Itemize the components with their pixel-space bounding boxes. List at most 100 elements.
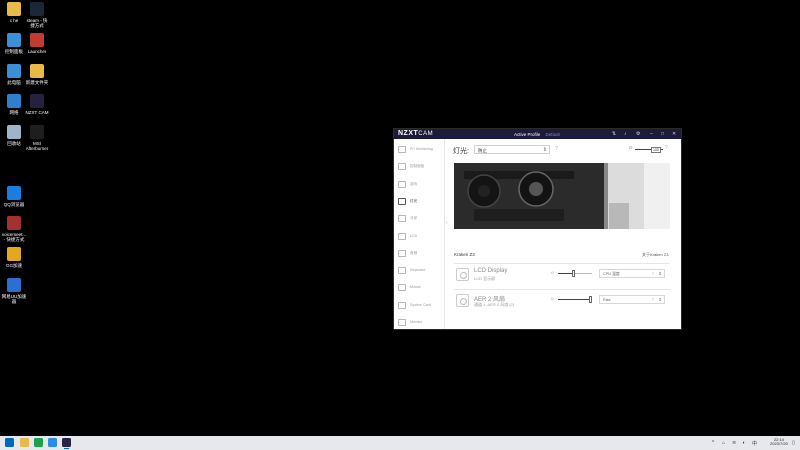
volume-icon[interactable]: ◖ bbox=[742, 440, 745, 446]
windows-start-icon[interactable] bbox=[5, 438, 14, 447]
desktop-nzxt-cam-icon[interactable]: NZXT CAM bbox=[20, 94, 54, 115]
desktop-browser-icon[interactable]: QQ浏览器 bbox=[0, 186, 31, 207]
nav-label: 灯光 bbox=[410, 198, 418, 203]
gear-icon[interactable]: ⚙ bbox=[636, 131, 640, 137]
voicemeeter-icon bbox=[7, 216, 21, 230]
desktop-voicemeeter-icon[interactable]: voicemeet... - 快捷方式 bbox=[0, 216, 31, 242]
device-about-link[interactable]: 关于Kraken Z3 bbox=[642, 252, 668, 258]
info-icon[interactable]: ? bbox=[665, 145, 668, 151]
pc-case-illustration bbox=[454, 163, 670, 229]
lighting-select-value: 防止 bbox=[478, 147, 487, 153]
chevron-updown-icon: ⇕ bbox=[542, 147, 547, 153]
desktop-icon-label: voicemeet... - 快捷方式 bbox=[1, 232, 27, 242]
sliders-icon[interactable]: ⇅ bbox=[612, 131, 616, 137]
help-icon[interactable]: ? bbox=[555, 146, 558, 152]
active-profile-value: Default bbox=[545, 131, 560, 137]
nav-system-card[interactable]: System Card bbox=[397, 300, 442, 310]
computer-icon bbox=[7, 64, 21, 78]
desktop-game-icon[interactable]: GG加速 bbox=[0, 247, 31, 268]
brightness-icon: ☼ bbox=[628, 145, 634, 151]
wifi-icon[interactable]: ≋ bbox=[732, 440, 736, 446]
desktop-icon-label: GG加速 bbox=[5, 263, 22, 268]
file-explorer-icon[interactable] bbox=[20, 438, 29, 447]
active-profile[interactable]: Active Profile Default bbox=[514, 132, 560, 137]
netease-icon bbox=[7, 278, 21, 292]
nav-mouse[interactable]: Mouse bbox=[397, 282, 442, 292]
cooling-icon bbox=[398, 215, 406, 223]
bell-icon[interactable]: ♪ bbox=[624, 131, 627, 137]
device-circle-icon bbox=[459, 297, 467, 305]
aer2-fan-brightness-slider[interactable] bbox=[558, 296, 592, 303]
maximize-icon[interactable]: □ bbox=[661, 131, 664, 137]
device-preview-image bbox=[454, 163, 670, 229]
divider bbox=[454, 289, 670, 290]
desktop-icon-label: 新建文件夹 bbox=[25, 80, 49, 85]
chevron-updown-icon: ⇕ bbox=[658, 271, 662, 276]
control-panel-icon bbox=[7, 33, 21, 47]
nav-keyboard[interactable]: Keyboard bbox=[397, 265, 442, 275]
desktop-icon-label: Launcher bbox=[27, 49, 47, 54]
logo-sub: CAM bbox=[418, 131, 434, 137]
desktop-netease-icon[interactable]: 网易UU加速 器 bbox=[0, 278, 31, 304]
clock[interactable]: 22:14 2023/7/20 bbox=[770, 437, 788, 448]
lcd-display-brightness-slider[interactable] bbox=[558, 270, 592, 277]
chevron-up-icon[interactable]: ^ bbox=[712, 440, 714, 446]
aer2-fan-effect-select[interactable]: Rise ? ⇕ bbox=[599, 295, 665, 304]
network-tray-icon[interactable]: ⌂ bbox=[722, 440, 725, 446]
desktop-folder-icon-2[interactable]: 新建文件夹 bbox=[20, 64, 54, 85]
desktop-steam-icon[interactable]: steam - 快 捷方式 bbox=[20, 2, 54, 28]
game-icon bbox=[7, 247, 21, 261]
lcd-display-subtitle: LCD 显示屏 bbox=[474, 276, 496, 281]
nzxt-cam-window: NZXTCAM Active Profile Default ⇅ ♪ ⚙ – □… bbox=[394, 129, 681, 329]
nav-label: Keyboard bbox=[410, 268, 426, 273]
lcd-display-effect-select[interactable]: CPU 温度 ? ⇕ bbox=[599, 269, 665, 278]
nzxt-cam-taskbar-icon[interactable] bbox=[62, 438, 71, 449]
collapse-sidebar-icon[interactable]: › bbox=[446, 220, 448, 226]
aer2-fan-subtitle: 通道 1: AER 2 风扇 (2) bbox=[474, 302, 515, 307]
brightness-icon: ☼ bbox=[550, 270, 555, 276]
input-method-icon[interactable]: 中 bbox=[752, 440, 757, 447]
divider bbox=[454, 263, 670, 264]
nav-label: Monitor bbox=[410, 320, 422, 324]
desktop-icon-label: NZXT CAM bbox=[25, 110, 49, 115]
logo-text: NZXT bbox=[398, 130, 419, 137]
games-icon bbox=[398, 180, 406, 188]
nav-games[interactable]: 游戏 bbox=[397, 179, 442, 189]
chevron-updown-icon: ⇕ bbox=[658, 297, 662, 302]
pc-monitoring-icon bbox=[398, 146, 406, 153]
recycle-bin-icon bbox=[7, 125, 21, 139]
nav-label: 控制面板 bbox=[410, 164, 425, 169]
device-name: Kraken Z3 bbox=[454, 252, 475, 257]
nav-lighting[interactable]: 灯光 bbox=[397, 196, 442, 206]
nav-monitor[interactable]: Monitor bbox=[397, 317, 442, 327]
help-icon[interactable]: ? bbox=[652, 297, 654, 302]
nav-cooling[interactable]: 冷却 bbox=[397, 213, 442, 223]
minimize-icon[interactable]: – bbox=[650, 131, 653, 137]
wechat-icon[interactable] bbox=[34, 438, 43, 447]
nav-control[interactable]: 控制面板 bbox=[397, 161, 442, 171]
effect-select-value: Rise bbox=[603, 298, 611, 302]
close-icon[interactable]: ✕ bbox=[672, 131, 676, 137]
desktop-launcher-icon[interactable]: Launcher bbox=[20, 33, 54, 54]
title-bar: NZXTCAM Active Profile Default ⇅ ♪ ⚙ – □… bbox=[394, 129, 681, 139]
lighting-select[interactable]: 防止 ⇕ bbox=[474, 145, 550, 154]
edge-icon[interactable] bbox=[48, 438, 57, 447]
desktop-icon-label: 网易UU加速 器 bbox=[1, 294, 27, 304]
nav-label: System Card bbox=[410, 302, 431, 307]
desktop-icon-label: steam - 快 捷方式 bbox=[26, 18, 48, 28]
nav-lcd[interactable]: LCD bbox=[397, 231, 442, 241]
help-icon[interactable]: ? bbox=[652, 271, 654, 276]
notification-icon[interactable]: ▯ bbox=[792, 440, 795, 446]
nav-pc-monitoring[interactable]: PC Monitoring bbox=[397, 144, 442, 154]
nav-audio[interactable]: 音频 bbox=[397, 248, 442, 258]
msi-afterburner-icon bbox=[30, 125, 44, 139]
nav-label: 冷却 bbox=[410, 216, 418, 221]
folder-icon-2 bbox=[30, 64, 44, 78]
taskbar: ^ ⌂ ≋ ◖ 中 22:14 2023/7/20 ▯ bbox=[0, 436, 800, 450]
desktop-msi-afterburner-icon[interactable]: MSI Afterburner bbox=[20, 125, 54, 151]
lcd-display-title: LCD Display bbox=[474, 268, 508, 274]
slider-thumb[interactable] bbox=[588, 296, 592, 303]
slider-thumb[interactable] bbox=[571, 270, 575, 277]
brightness-icon: ☼ bbox=[550, 296, 555, 302]
nav-label: Mouse bbox=[410, 285, 421, 290]
